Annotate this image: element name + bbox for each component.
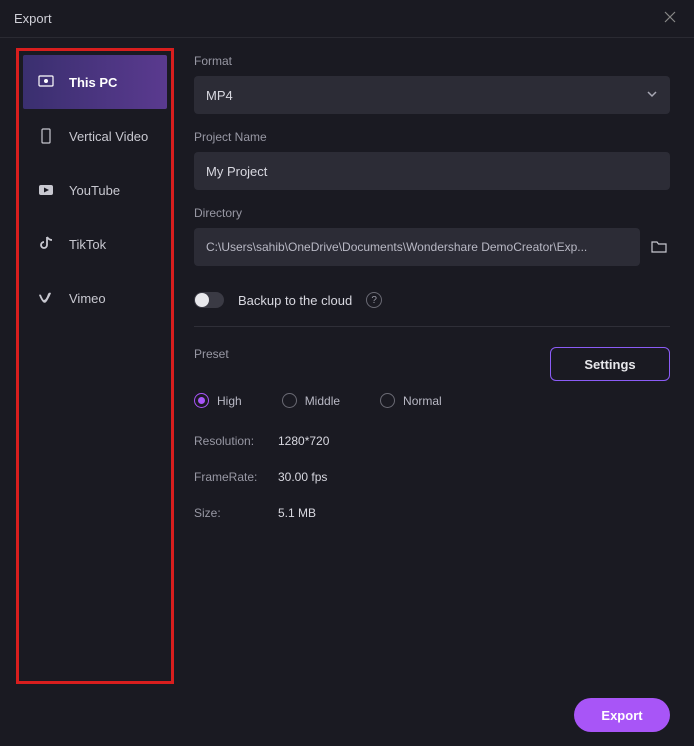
size-value: 5.1 MB <box>278 506 316 520</box>
youtube-icon <box>37 181 55 199</box>
directory-input[interactable]: C:\Users\sahib\OneDrive\Documents\Wonder… <box>194 228 640 266</box>
settings-button-label: Settings <box>584 357 635 372</box>
resolution-label: Resolution: <box>194 434 278 448</box>
sidebar-item-vimeo[interactable]: Vimeo <box>23 271 167 325</box>
radio-icon <box>380 393 395 408</box>
size-label: Size: <box>194 506 278 520</box>
footer: Export <box>0 684 694 746</box>
preset-radio-high[interactable]: High <box>194 393 242 408</box>
sidebar-item-this-pc[interactable]: This PC <box>23 55 167 109</box>
preset-radio-middle[interactable]: Middle <box>282 393 340 408</box>
preset-radio-normal[interactable]: Normal <box>380 393 442 408</box>
resolution-value: 1280*720 <box>278 434 329 448</box>
vimeo-icon <box>37 289 55 307</box>
radio-label: Middle <box>305 394 340 408</box>
radio-label: Normal <box>403 394 442 408</box>
sidebar-item-tiktok[interactable]: TikTok <box>23 217 167 271</box>
directory-value: C:\Users\sahib\OneDrive\Documents\Wonder… <box>206 240 587 254</box>
backup-cloud-label: Backup to the cloud <box>238 293 352 308</box>
main-panel: Format MP4 Project Name My Project Direc… <box>174 38 694 684</box>
format-label: Format <box>194 54 670 68</box>
help-icon[interactable]: ? <box>366 292 382 308</box>
preset-label: Preset <box>194 347 229 361</box>
sidebar-item-label: This PC <box>69 75 117 90</box>
settings-button[interactable]: Settings <box>550 347 670 381</box>
browse-folder-button[interactable] <box>648 236 670 258</box>
radio-icon <box>194 393 209 408</box>
close-button[interactable] <box>660 10 680 28</box>
directory-label: Directory <box>194 206 670 220</box>
toggle-knob <box>195 293 209 307</box>
sidebar-item-label: TikTok <box>69 237 106 252</box>
sidebar-item-vertical-video[interactable]: Vertical Video <box>23 109 167 163</box>
project-name-value: My Project <box>206 164 267 179</box>
phone-icon <box>37 127 55 145</box>
format-select[interactable]: MP4 <box>194 76 670 114</box>
sidebar-item-youtube[interactable]: YouTube <box>23 163 167 217</box>
export-button-label: Export <box>601 708 642 723</box>
pc-icon <box>37 73 55 91</box>
framerate-label: FrameRate: <box>194 470 278 484</box>
window-title: Export <box>14 11 52 26</box>
close-icon <box>664 11 676 23</box>
radio-icon <box>282 393 297 408</box>
export-button[interactable]: Export <box>574 698 670 732</box>
sidebar-item-label: Vimeo <box>69 291 106 306</box>
chevron-down-icon <box>646 87 658 103</box>
radio-label: High <box>217 394 242 408</box>
export-destination-sidebar: This PC Vertical Video YouTube TikTok Vi… <box>16 48 174 684</box>
format-value: MP4 <box>206 88 233 103</box>
framerate-value: 30.00 fps <box>278 470 327 484</box>
titlebar: Export <box>0 0 694 38</box>
sidebar-item-label: YouTube <box>69 183 120 198</box>
project-name-input[interactable]: My Project <box>194 152 670 190</box>
sidebar-item-label: Vertical Video <box>69 129 148 144</box>
backup-cloud-toggle[interactable] <box>194 292 224 308</box>
tiktok-icon <box>37 235 55 253</box>
project-name-label: Project Name <box>194 130 670 144</box>
folder-icon <box>650 238 668 256</box>
